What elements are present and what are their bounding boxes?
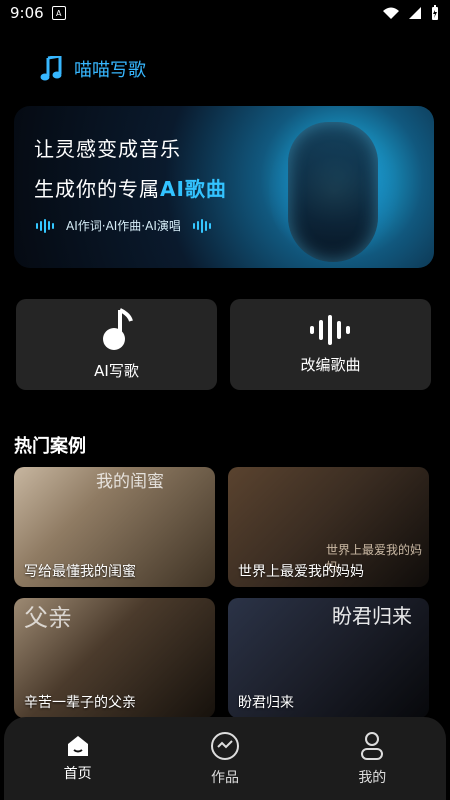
tab-works-label: 作品 (210, 769, 239, 786)
notification-icon: A (51, 6, 66, 20)
adapt-song-button[interactable]: 改编歌曲 (230, 299, 431, 390)
banner-ai-song: AI歌曲 (160, 177, 227, 201)
tab-home[interactable]: 首页 (28, 735, 128, 783)
sound-wave-icon (192, 218, 211, 233)
music-note-icon (40, 56, 62, 81)
case-title: 世界上最爱我的妈妈 (238, 564, 364, 580)
case-title: 辛苦一辈子的父亲 (24, 695, 136, 711)
bottom-tab-bar: 首页 作品 我的 (4, 717, 446, 800)
profile-icon (361, 731, 384, 760)
case-card[interactable]: 我的闺蜜 写给最懂我的闺蜜 (14, 467, 215, 587)
app-name: 喵喵写歌 (74, 60, 146, 81)
sound-wave-icon (36, 218, 54, 233)
sound-wave-icon (309, 315, 350, 345)
case-card[interactable]: 父亲 辛苦一辈子的父亲 (14, 598, 215, 718)
status-right (382, 5, 440, 21)
case-card[interactable]: 盼君归来 盼君归来 (228, 598, 429, 718)
tab-works[interactable]: 作品 (175, 731, 275, 787)
ai-write-song-button[interactable]: AI写歌 (16, 299, 217, 390)
banner-line-1: 让灵感变成音乐 (34, 137, 181, 161)
case-title: 盼君归来 (238, 695, 294, 711)
banner-line-2-prefix: 生成你的专属 (34, 177, 160, 201)
status-bar: 9:06 A (0, 0, 450, 26)
wifi-icon (383, 7, 399, 19)
banner-tags: AI作词·AI作曲·AI演唱 (36, 217, 211, 234)
home-icon (67, 735, 88, 756)
case-poster-text: 我的闺蜜 (96, 472, 164, 492)
signal-icon (409, 7, 421, 19)
case-poster-text: 父亲 (24, 604, 72, 632)
case-title: 写给最懂我的闺蜜 (24, 564, 136, 580)
app-brand: 喵喵写歌 (40, 56, 146, 82)
tab-profile[interactable]: 我的 (322, 731, 422, 787)
banner-line-2: 生成你的专属AI歌曲 (34, 173, 227, 202)
music-note-icon (102, 308, 133, 350)
ai-write-song-label: AI写歌 (94, 362, 139, 380)
banner[interactable]: 让灵感变成音乐 生成你的专属AI歌曲 AI作词·AI作曲·AI演唱 (14, 106, 434, 268)
status-time: 9:06 (10, 4, 44, 22)
battery-icon (432, 5, 438, 20)
status-left: 9:06 A (10, 4, 66, 22)
banner-portrait (288, 122, 378, 262)
case-poster-text: 盼君归来 (332, 604, 412, 628)
case-card[interactable]: 世界上最爱我的妈妈 世界上最爱我的妈妈 (228, 467, 429, 587)
adapt-song-label: 改编歌曲 (300, 356, 361, 374)
tab-profile-label: 我的 (358, 769, 387, 786)
tab-home-label: 首页 (63, 765, 92, 782)
hot-cases-title: 热门案例 (14, 436, 86, 457)
works-icon (210, 731, 239, 760)
banner-tags-text: AI作词·AI作曲·AI演唱 (66, 219, 181, 233)
